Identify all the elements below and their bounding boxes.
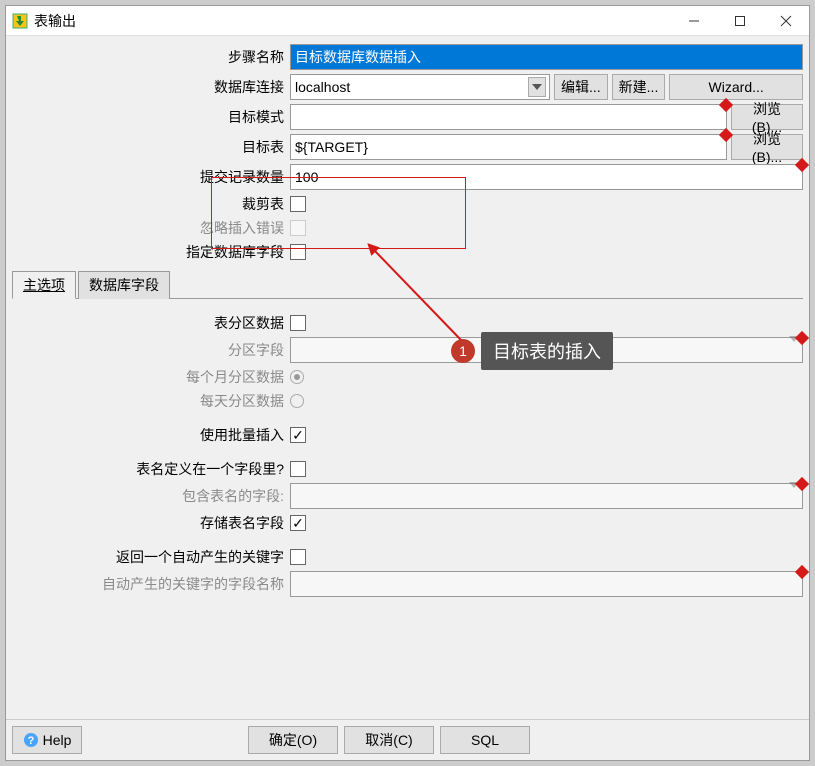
- commit-size-label: 提交记录数量: [12, 167, 290, 187]
- tablename-in-field-checkbox[interactable]: [290, 461, 306, 477]
- target-schema-label: 目标模式: [12, 107, 290, 127]
- step-name-input[interactable]: 目标数据库数据插入: [290, 44, 803, 70]
- cancel-button[interactable]: 取消(C): [344, 726, 434, 754]
- tab-db-fields[interactable]: 数据库字段: [78, 271, 170, 299]
- browse-schema-button[interactable]: 浏览(B)...: [731, 104, 803, 130]
- target-table-input[interactable]: [290, 134, 727, 160]
- help-icon: ?: [23, 732, 39, 748]
- wizard-button[interactable]: Wizard...: [669, 74, 803, 100]
- specify-db-fields-label: 指定数据库字段: [12, 242, 290, 262]
- partition-data-label: 表分区数据: [12, 313, 290, 333]
- autogen-key-fieldname-input: [290, 571, 803, 597]
- close-button[interactable]: [763, 6, 809, 36]
- truncate-table-label: 裁剪表: [12, 194, 290, 214]
- tab-bar: 主选项 数据库字段: [12, 270, 803, 299]
- content-area: 步骤名称 目标数据库数据插入 数据库连接 localhost 编辑... 新建.…: [6, 36, 809, 719]
- partition-daily-radio: [290, 394, 304, 408]
- commit-size-input[interactable]: [290, 164, 803, 190]
- partition-field-combo: [290, 337, 803, 363]
- dialog-window: 表输出 步骤名称 目标数据库数据插入 数据库连接 localhost 编辑...: [5, 5, 810, 761]
- partition-monthly-label: 每个月分区数据: [12, 367, 290, 387]
- store-tablename-field-checkbox[interactable]: [290, 515, 306, 531]
- bottom-bar: ? Help 确定(O) 取消(C) SQL: [6, 719, 809, 760]
- svg-text:?: ?: [27, 735, 34, 747]
- app-icon: [12, 13, 28, 29]
- use-batch-insert-label: 使用批量插入: [12, 425, 290, 445]
- return-autogen-key-label: 返回一个自动产生的关键字: [12, 547, 290, 567]
- tab-main[interactable]: 主选项: [12, 271, 76, 299]
- db-connection-combo[interactable]: localhost: [290, 74, 550, 100]
- ignore-insert-errors-label: 忽略插入错误: [12, 218, 290, 238]
- chevron-down-icon: [789, 342, 799, 358]
- browse-table-button[interactable]: 浏览(B)...: [731, 134, 803, 160]
- new-connection-button[interactable]: 新建...: [612, 74, 666, 100]
- autogen-key-fieldname-label: 自动产生的关键字的字段名称: [12, 574, 290, 594]
- ok-button[interactable]: 确定(O): [248, 726, 338, 754]
- return-autogen-key-checkbox[interactable]: [290, 549, 306, 565]
- ignore-insert-errors-checkbox: [290, 220, 306, 236]
- chevron-down-icon: [528, 77, 546, 97]
- help-button[interactable]: ? Help: [12, 726, 82, 754]
- chevron-down-icon: [789, 488, 799, 504]
- sql-button[interactable]: SQL: [440, 726, 530, 754]
- partition-daily-label: 每天分区数据: [12, 391, 290, 411]
- tablename-field-label: 包含表名的字段:: [12, 486, 290, 506]
- help-button-label: Help: [43, 732, 72, 748]
- target-schema-input[interactable]: [290, 104, 727, 130]
- partition-monthly-radio: [290, 370, 304, 384]
- step-name-label: 步骤名称: [12, 47, 290, 67]
- specify-db-fields-checkbox[interactable]: [290, 244, 306, 260]
- truncate-table-checkbox[interactable]: [290, 196, 306, 212]
- store-tablename-field-label: 存储表名字段: [12, 513, 290, 533]
- target-table-label: 目标表: [12, 137, 290, 157]
- db-connection-value: localhost: [295, 79, 350, 95]
- window-title: 表输出: [34, 11, 671, 31]
- minimize-button[interactable]: [671, 6, 717, 36]
- edit-connection-button[interactable]: 编辑...: [554, 74, 608, 100]
- tablename-field-combo: [290, 483, 803, 509]
- main-tab-panel: 表分区数据 分区字段 每个月分区数据 每天分区数据: [12, 299, 803, 611]
- partition-field-label: 分区字段: [12, 340, 290, 360]
- titlebar: 表输出: [6, 6, 809, 36]
- use-batch-insert-checkbox[interactable]: [290, 427, 306, 443]
- maximize-button[interactable]: [717, 6, 763, 36]
- db-connection-label: 数据库连接: [12, 77, 290, 97]
- partition-data-checkbox[interactable]: [290, 315, 306, 331]
- tablename-in-field-label: 表名定义在一个字段里?: [12, 459, 290, 479]
